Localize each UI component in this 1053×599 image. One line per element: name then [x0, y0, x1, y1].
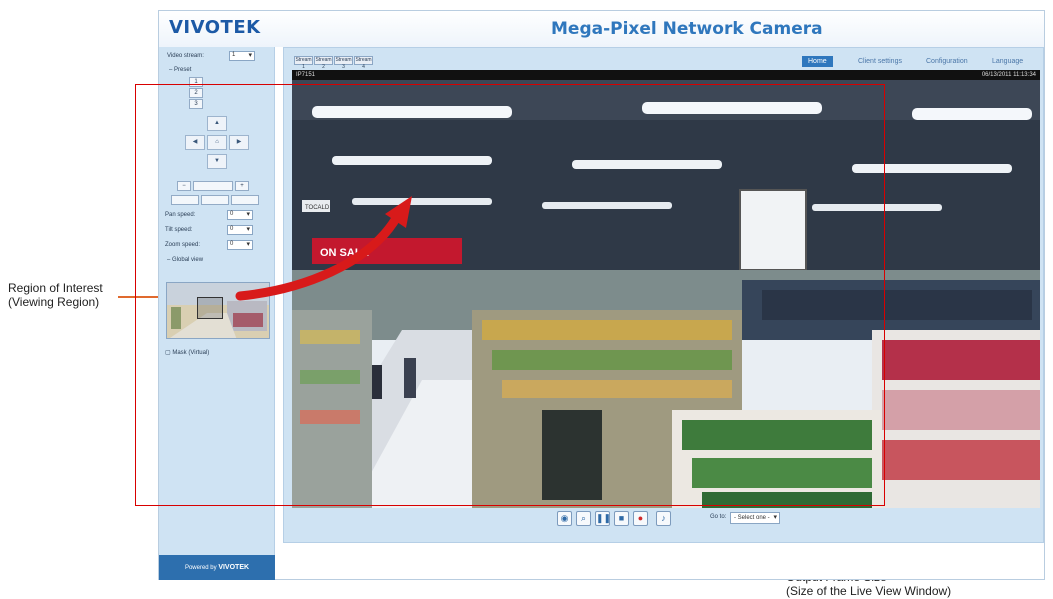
mask-checkbox-row[interactable]: ▢ Mask (Virtual)	[165, 349, 209, 356]
goto-select-value: - Select one -	[734, 515, 770, 521]
volume-icon[interactable]: ♪	[656, 511, 671, 526]
tilt-speed-select[interactable]: 0	[227, 225, 253, 235]
region-of-interest-box[interactable]	[197, 297, 223, 319]
ptz-control-pad: ▲ ◀ ⌂ ▶ ▼	[185, 116, 249, 170]
nav-language[interactable]: Language	[992, 56, 1023, 67]
vivotek-logo[interactable]: VIVOTEK	[169, 17, 261, 38]
ptz-button-3[interactable]	[231, 195, 259, 205]
pan-left-button[interactable]: ◀	[185, 135, 205, 150]
tilt-down-button[interactable]: ▼	[207, 154, 227, 169]
zoom-out-button[interactable]: −	[177, 181, 191, 191]
goto-select[interactable]: - Select one -	[730, 512, 780, 524]
preset-button-1[interactable]: 1	[189, 77, 203, 87]
live-video-view[interactable]: ON SALE TOCALD	[292, 80, 1040, 508]
main-panel: Stream 1 Stream 2 Stream 3 Stream 4 Home…	[283, 47, 1044, 543]
logo-text: VIVOTEK	[169, 17, 261, 38]
tilt-up-button[interactable]: ▲	[207, 116, 227, 131]
camera-web-ui: VIVOTEK Mega-Pixel Network Camera Video …	[158, 10, 1045, 580]
page-title: Mega-Pixel Network Camera	[551, 19, 823, 39]
roi-callout: Region of Interest (Viewing Region)	[8, 281, 103, 309]
video-stream-value: 1	[232, 52, 236, 58]
sale-sign-text: ON SALE	[320, 247, 369, 259]
camera-name: IP7151	[296, 72, 316, 78]
nav-home[interactable]: Home	[802, 56, 833, 67]
stop-icon[interactable]: ■	[614, 511, 629, 526]
global-view-thumbnail[interactable]	[166, 282, 270, 339]
playback-toolbar: ◉ ⌕ ❚❚ ■ ● ♪ Go to: - Select one -	[284, 511, 1045, 527]
tab-stream-3[interactable]: Stream 3	[334, 56, 353, 70]
zoom-speed-select[interactable]: 0	[227, 240, 253, 250]
nav-configuration[interactable]: Configuration	[926, 56, 968, 67]
sidebar-footer: Powered by VIVOTEK	[159, 555, 275, 580]
digital-zoom-icon[interactable]: ⌕	[576, 511, 591, 526]
pan-speed-select[interactable]: 0	[227, 210, 253, 220]
roi-callout-line2: (Viewing Region)	[8, 295, 100, 309]
preset-label: – Preset	[169, 67, 192, 73]
record-icon[interactable]: ●	[633, 511, 648, 526]
preset-button-2[interactable]: 2	[189, 88, 203, 98]
goto-label: Go to:	[710, 514, 727, 520]
video-stream-label: Video stream:	[167, 53, 204, 59]
zoom-bar[interactable]	[193, 181, 233, 191]
snapshot-icon[interactable]: ◉	[557, 511, 572, 526]
preset-button-3[interactable]: 3	[189, 99, 203, 109]
pan-speed-label: Pan speed:	[165, 212, 196, 218]
tab-stream-1[interactable]: Stream 1	[294, 56, 313, 70]
output-frame-callout-line2: (Size of the Live View Window)	[786, 584, 952, 598]
tab-stream-2[interactable]: Stream 2	[314, 56, 333, 70]
pause-icon[interactable]: ❚❚	[595, 511, 611, 526]
header: VIVOTEK Mega-Pixel Network Camera	[159, 11, 1044, 47]
video-stream-select[interactable]: 1	[229, 51, 255, 61]
roi-callout-line1: Region of Interest	[8, 281, 103, 295]
tilt-speed-label: Tilt speed:	[165, 227, 193, 233]
tab-stream-4[interactable]: Stream 4	[354, 56, 373, 70]
zoom-in-button[interactable]: +	[235, 181, 249, 191]
store-aisle-image: ON SALE TOCALD	[292, 80, 1040, 508]
ptz-button-1[interactable]	[171, 195, 199, 205]
video-timestamp: 06/13/2011 11:13:34	[981, 72, 1036, 78]
ptz-button-2[interactable]	[201, 195, 229, 205]
sidebar: Video stream: 1 – Preset 1 2 3 ▲ ◀ ⌂ ▶ ▼…	[159, 47, 275, 580]
nav-client-settings[interactable]: Client settings	[858, 56, 902, 67]
store-label: TOCALD	[305, 205, 330, 211]
home-button[interactable]: ⌂	[207, 135, 227, 150]
video-caption-bar: IP7151 06/13/2011 11:13:34	[292, 70, 1040, 80]
global-view-label: – Global view	[167, 257, 204, 263]
zoom-speed-label: Zoom speed:	[165, 242, 201, 248]
pan-right-button[interactable]: ▶	[229, 135, 249, 150]
